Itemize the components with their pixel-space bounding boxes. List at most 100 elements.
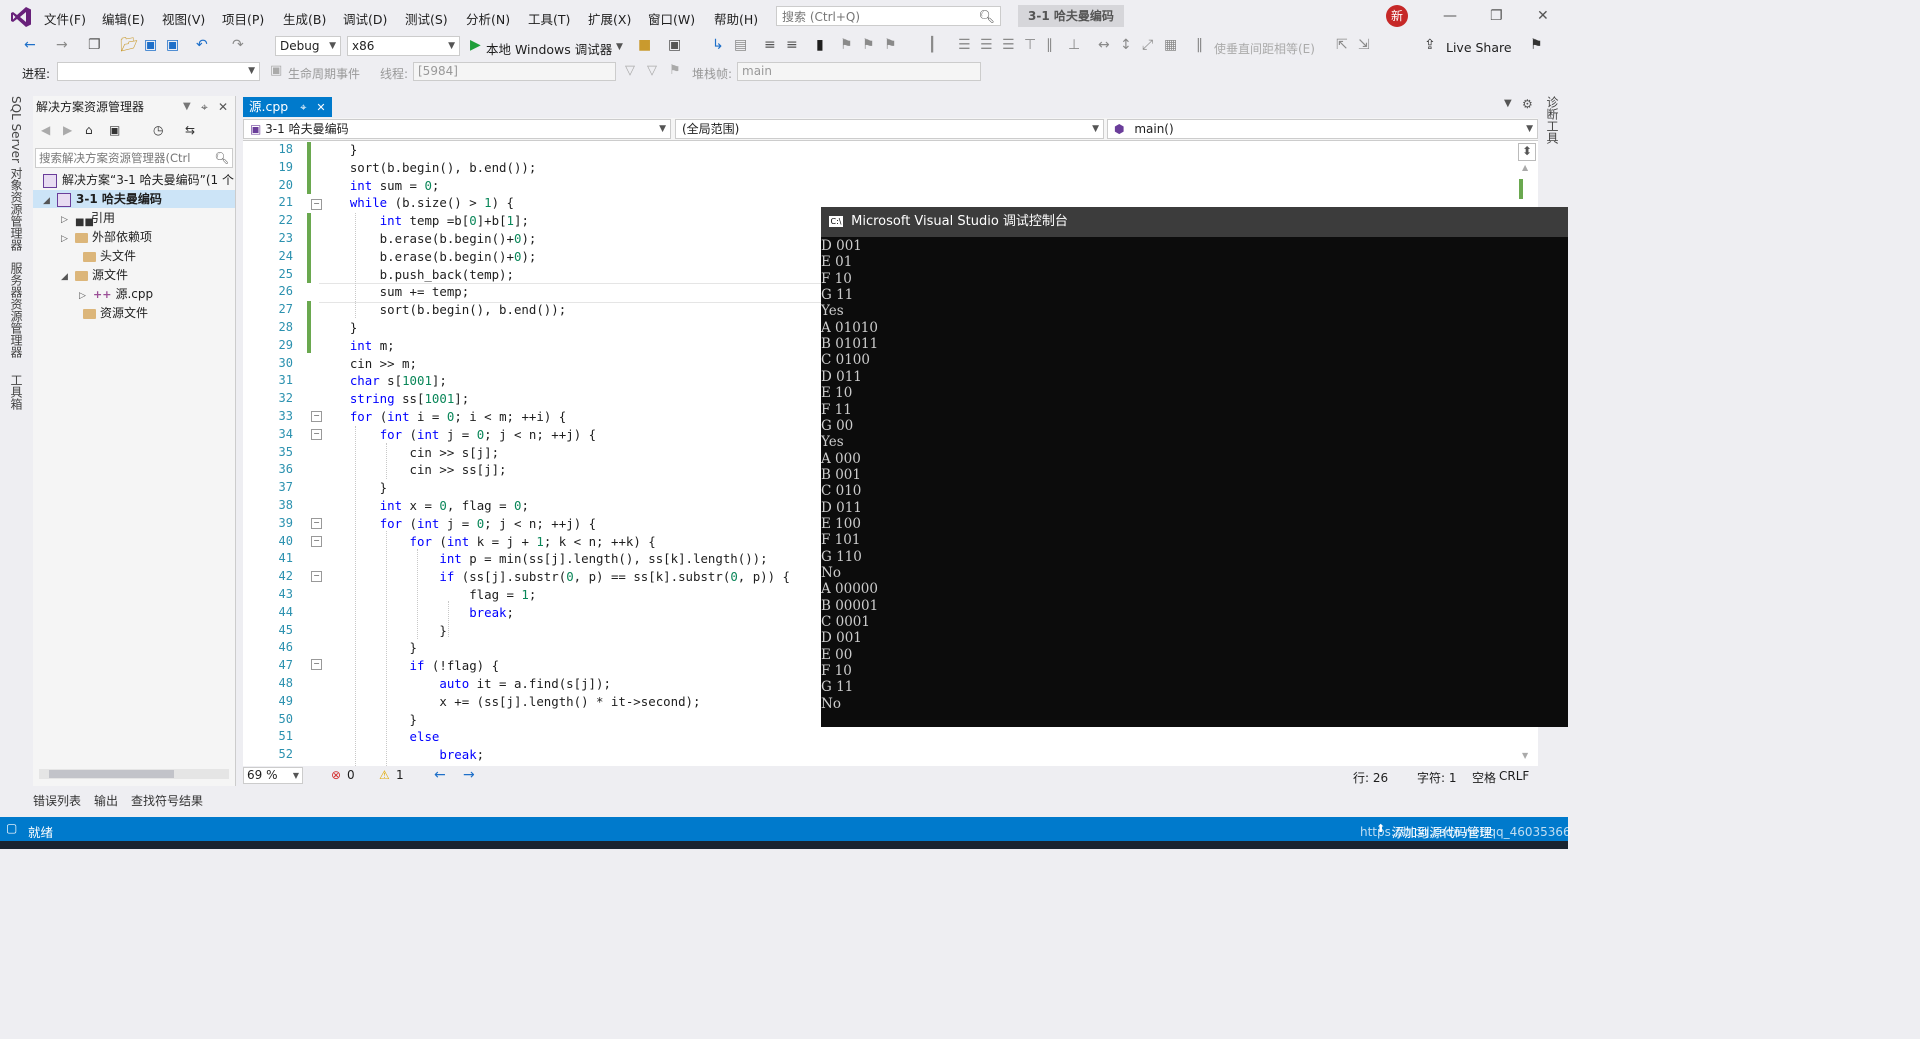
move-icon[interactable]: ⇱	[1336, 37, 1348, 53]
collapsed-icon[interactable]: ▷	[61, 211, 75, 229]
indentation-indicator[interactable]: 空格	[1472, 769, 1496, 786]
collapsed-icon[interactable]: ▷	[61, 230, 75, 248]
forward-icon[interactable]: ▶	[63, 123, 72, 137]
menu-tools[interactable]: 工具(T)	[528, 9, 570, 28]
console-title-bar[interactable]: C:\ Microsoft Visual Studio 调试控制台	[821, 207, 1568, 237]
server-explorer-tab[interactable]: 服务器资源管理器	[8, 262, 25, 358]
minimize-icon[interactable]: —	[1443, 8, 1457, 24]
resize-icon[interactable]: ⇲	[1358, 37, 1370, 53]
align-right-icon[interactable]: ☰	[1002, 37, 1015, 53]
zoom-select[interactable]: 69 % ▼	[243, 767, 303, 784]
menu-window[interactable]: 窗口(W)	[648, 9, 695, 28]
dropdown-icon[interactable]: ▼	[183, 96, 191, 118]
collapsed-icon[interactable]: ▷	[79, 287, 93, 305]
diagnostic-tools-tab[interactable]: 诊断工具	[1544, 96, 1561, 144]
new-project-icon[interactable]: ❐	[88, 37, 101, 53]
live-share-button[interactable]: Live Share	[1446, 40, 1512, 55]
horizontal-scrollbar[interactable]	[39, 769, 229, 779]
next-issue-icon[interactable]: →	[463, 767, 475, 783]
close-icon[interactable]: ✕	[218, 96, 228, 118]
tree-source-cpp[interactable]: ▷ ++ 源.cpp	[79, 285, 153, 303]
member-navigation-select[interactable]: ⬢ main() ▼	[1107, 119, 1538, 139]
scroll-down-icon[interactable]: ▼	[1522, 751, 1528, 760]
filter-icon[interactable]: ▽	[625, 63, 635, 78]
same-size-icon[interactable]: ⤢	[1142, 37, 1153, 53]
gear-icon[interactable]: ⚙	[1522, 97, 1533, 111]
dropdown-icon[interactable]: ▼	[1504, 98, 1512, 109]
menu-build[interactable]: 生成(B)	[283, 9, 326, 28]
vertical-spacing-icon[interactable]: ‖	[1196, 37, 1203, 53]
clear-bookmark-icon[interactable]: ⚑	[884, 37, 897, 53]
find-symbol-results-tab[interactable]: 查找符号结果	[131, 792, 203, 809]
align-bottom-icon[interactable]: ⊥	[1068, 37, 1080, 53]
menu-extensions[interactable]: 扩展(X)	[588, 9, 631, 28]
configuration-select[interactable]: Debug ▼	[275, 36, 341, 56]
project-navigation-select[interactable]: ▣ 3-1 哈夫曼编码 ▼	[243, 119, 671, 139]
scope-navigation-select[interactable]: (全局范围) ▼	[675, 119, 1104, 139]
menu-edit[interactable]: 编辑(E)	[102, 9, 145, 28]
scrollbar-thumb[interactable]	[49, 770, 174, 778]
sql-server-object-explorer-tab[interactable]: SQL Server 对象资源管理器	[8, 96, 25, 251]
tree-resource-files[interactable]: 资源文件	[75, 304, 148, 322]
tree-references[interactable]: ▷ ■■引用	[61, 209, 115, 229]
forward-icon[interactable]: →	[56, 37, 68, 53]
process-select[interactable]: ▼	[57, 62, 260, 81]
search-input[interactable]: 搜索 (Ctrl+Q) 🔍︎	[776, 6, 1001, 26]
step-icon[interactable]: ↳	[712, 37, 724, 53]
open-file-icon[interactable]: 📂︎	[120, 37, 138, 53]
tree-project[interactable]: ◢ 3-1 哈夫曼编码	[33, 190, 235, 208]
save-icon[interactable]: ▣	[144, 37, 157, 53]
start-debugging-icon[interactable]: ▶	[470, 37, 481, 53]
close-icon[interactable]: ✕	[1537, 8, 1549, 24]
feedback-icon[interactable]: ⚑	[1530, 37, 1543, 53]
next-bookmark-icon[interactable]: ⚑	[862, 37, 875, 53]
home-icon[interactable]: ⌂	[85, 123, 93, 137]
start-debugger-button[interactable]: 本地 Windows 调试器	[486, 39, 612, 58]
restore-icon[interactable]: ❐	[1490, 8, 1503, 24]
tree-external-dependencies[interactable]: ▷ 外部依赖项	[61, 228, 152, 246]
error-icon[interactable]: ⊗	[331, 768, 341, 782]
grid-icon[interactable]: ▦	[1164, 37, 1177, 53]
bookmark-icon[interactable]: ▮	[816, 37, 824, 53]
make-vertical-spacing-equal-button[interactable]: 使垂直间距相等(E)	[1214, 40, 1315, 57]
stack-frame-select[interactable]: main	[737, 62, 981, 81]
same-width-icon[interactable]: ↔	[1098, 37, 1110, 53]
previous-issue-icon[interactable]: ←	[434, 767, 446, 783]
menu-debug[interactable]: 调试(D)	[343, 9, 387, 28]
browser-link-icon[interactable]: ▣	[668, 37, 681, 53]
indent-icon[interactable]: ≡	[764, 37, 776, 53]
align-left-icon[interactable]: ☰	[958, 37, 971, 53]
undo-icon[interactable]: ↶	[196, 37, 208, 53]
align-icon[interactable]: ┃	[928, 37, 936, 53]
tree-header-files[interactable]: 头文件	[75, 247, 136, 265]
align-top-icon[interactable]: ⊤	[1024, 37, 1036, 53]
switch-views-icon[interactable]: ▣	[109, 123, 120, 137]
lifecycle-events-button[interactable]: 生命周期事件	[288, 65, 360, 82]
thread-select[interactable]: [5984]	[413, 62, 616, 81]
align-center-icon[interactable]: ☰	[980, 37, 993, 53]
back-icon[interactable]: ◀	[41, 123, 50, 137]
platform-select[interactable]: x86 ▼	[347, 36, 460, 56]
align-middle-icon[interactable]: ∥	[1046, 37, 1053, 53]
menu-test[interactable]: 测试(S)	[405, 9, 448, 28]
pin-icon[interactable]: ⌖	[300, 101, 306, 114]
flag-threads-icon[interactable]: ⚑	[669, 63, 681, 78]
menu-project[interactable]: 项目(P)	[222, 9, 264, 28]
menu-view[interactable]: 视图(V)	[162, 9, 205, 28]
tree-solution[interactable]: 解决方案“3-1 哈夫曼编码”(1 个	[43, 171, 234, 189]
scroll-up-icon[interactable]: ▲	[1522, 163, 1528, 172]
expanded-icon[interactable]: ◢	[61, 268, 75, 286]
expanded-icon[interactable]: ◢	[43, 192, 57, 210]
warning-icon[interactable]: ⚠	[379, 768, 390, 782]
redo-icon[interactable]: ↷	[232, 37, 244, 53]
same-height-icon[interactable]: ↕	[1120, 37, 1132, 53]
pin-icon[interactable]: ⌖	[201, 96, 208, 118]
line-ending-indicator[interactable]: CRLF	[1499, 769, 1529, 783]
pending-changes-icon[interactable]: ◷	[153, 123, 163, 137]
debug-console-window[interactable]: C:\ Microsoft Visual Studio 调试控制台 D 001 E…	[821, 207, 1568, 727]
menu-file[interactable]: 文件(F)	[44, 9, 86, 28]
layout-icon[interactable]: ▤	[734, 37, 747, 53]
outdent-icon[interactable]: ≡	[786, 37, 798, 53]
attach-icon[interactable]: ■	[638, 37, 651, 53]
chevron-down-icon[interactable]: ▼	[616, 42, 623, 52]
